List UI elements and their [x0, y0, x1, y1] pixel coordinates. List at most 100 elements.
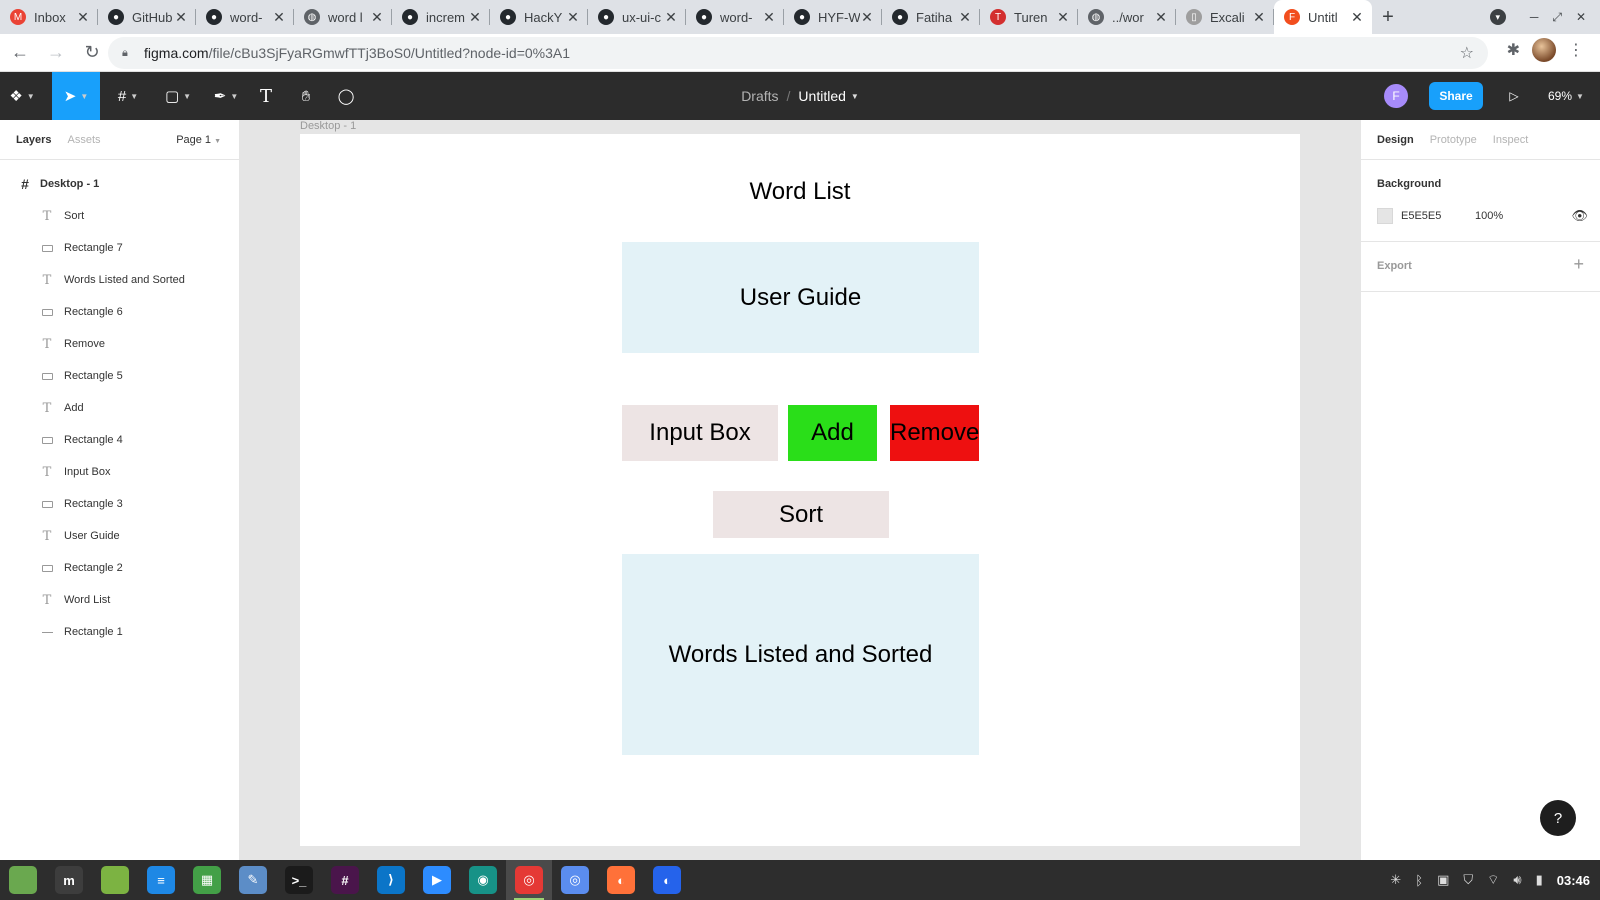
pen-tool-button[interactable]: ✒ ▼: [204, 72, 248, 120]
layer-item[interactable]: Rectangle 3: [0, 488, 239, 520]
taskbar-app-chromium[interactable]: ◎: [552, 860, 598, 900]
forward-button[interactable]: →: [40, 37, 72, 69]
taskbar-app-calc[interactable]: ▦: [184, 860, 230, 900]
close-icon[interactable]: ✕: [958, 9, 972, 26]
layer-item[interactable]: # Desktop - 1: [0, 168, 239, 200]
taskbar-app-firefox-dev[interactable]: ◐: [598, 860, 644, 900]
comment-tool-button[interactable]: ◯: [330, 72, 362, 120]
help-button[interactable]: ?: [1540, 800, 1576, 836]
design-user-guide-text[interactable]: User Guide: [740, 284, 861, 312]
close-icon[interactable]: ✕: [1056, 9, 1070, 26]
url-text[interactable]: figma.com/file/cBu3SjFyaRGmwfTTj3BoS0/Un…: [144, 45, 570, 61]
design-add-text[interactable]: Add: [811, 419, 854, 447]
tab-assets[interactable]: Assets: [67, 134, 100, 146]
layer-item[interactable]: Rectangle 1: [0, 616, 239, 648]
close-icon[interactable]: ✕: [174, 9, 188, 26]
tab-layers[interactable]: Layers: [16, 134, 51, 146]
taskbar-app-show-desktop[interactable]: [0, 860, 46, 900]
close-icon[interactable]: ✕: [762, 9, 776, 26]
close-icon[interactable]: ✕: [76, 9, 90, 26]
breadcrumb-file-name[interactable]: Untitled: [798, 88, 845, 104]
back-button[interactable]: ←: [4, 37, 36, 69]
profile-avatar[interactable]: [1532, 38, 1556, 62]
layer-item[interactable]: T Sort: [0, 200, 239, 232]
battery-icon[interactable]: ▮: [1536, 872, 1543, 888]
wifi-icon[interactable]: ⌔: [1487, 872, 1499, 888]
design-sort-text[interactable]: Sort: [779, 501, 823, 529]
shape-tool-button[interactable]: ▢ ▼: [156, 72, 200, 120]
taskbar-app-gitkraken[interactable]: ◉: [460, 860, 506, 900]
bookmark-star-icon[interactable]: ☆: [1460, 43, 1474, 63]
restore-icon[interactable]: ⤢: [1552, 10, 1562, 25]
taskbar-app-slack[interactable]: #: [322, 860, 368, 900]
shield-icon[interactable]: ⛉: [1463, 872, 1473, 888]
taskbar-app-vscode[interactable]: ⟩: [368, 860, 414, 900]
close-icon[interactable]: ✕: [860, 9, 874, 26]
design-title-text[interactable]: Word List: [300, 178, 1300, 206]
close-icon[interactable]: ✕: [566, 9, 580, 26]
text-tool-button[interactable]: T: [250, 72, 282, 120]
taskbar-app-firefox[interactable]: ◐: [644, 860, 690, 900]
figma-menu-button[interactable]: ❖ ▼: [0, 72, 44, 120]
layer-item[interactable]: Rectangle 6: [0, 296, 239, 328]
browser-tab[interactable]: ● GitHub ✕: [98, 0, 196, 34]
browser-tab[interactable]: ◍ ../wor ✕: [1078, 0, 1176, 34]
design-remove-text[interactable]: Remove: [890, 419, 979, 447]
taskbar-app-chrome[interactable]: ◎: [506, 860, 552, 900]
browser-tab[interactable]: ● increm ✕: [392, 0, 490, 34]
volume-icon[interactable]: 🔊︎: [1513, 872, 1521, 888]
clipboard-icon[interactable]: ▣: [1437, 872, 1449, 888]
tab-design[interactable]: Design: [1377, 134, 1414, 146]
design-remove-button[interactable]: Remove: [890, 405, 979, 461]
browser-tab[interactable]: ● HackY ✕: [490, 0, 588, 34]
tab-prototype[interactable]: Prototype: [1430, 134, 1477, 146]
omnibox[interactable]: 🔒︎ figma.com/file/cBu3SjFyaRGmwfTTj3BoS0…: [108, 37, 1488, 69]
layer-item[interactable]: Rectangle 2: [0, 552, 239, 584]
close-icon[interactable]: ✕: [468, 9, 482, 26]
design-user-guide-box[interactable]: User Guide: [622, 242, 979, 353]
close-icon[interactable]: ✕: [1350, 9, 1364, 26]
design-words-list-text[interactable]: Words Listed and Sorted: [669, 641, 933, 669]
layer-item[interactable]: T Input Box: [0, 456, 239, 488]
background-color-swatch[interactable]: [1377, 208, 1393, 224]
close-icon[interactable]: ✕: [1252, 9, 1266, 26]
design-input-box-text[interactable]: Input Box: [649, 419, 750, 447]
design-add-button[interactable]: Add: [788, 405, 877, 461]
present-play-icon[interactable]: ▷: [1502, 84, 1526, 108]
design-sort-button[interactable]: Sort: [713, 491, 889, 538]
taskbar-app-writer[interactable]: ≡: [138, 860, 184, 900]
canvas[interactable]: Desktop - 1 Word List User Guide Input B…: [240, 120, 1360, 860]
browser-menu-icon[interactable]: ⋮: [1568, 40, 1584, 60]
browser-tab[interactable]: F Untitl ✕: [1274, 0, 1372, 34]
design-words-list-box[interactable]: Words Listed and Sorted: [622, 554, 979, 755]
reload-button[interactable]: ↻: [76, 37, 108, 69]
browser-tab[interactable]: ● Fatiha ✕: [882, 0, 980, 34]
user-avatar[interactable]: F: [1384, 84, 1408, 108]
layer-item[interactable]: T Remove: [0, 328, 239, 360]
browser-tab[interactable]: ● HYF-W ✕: [784, 0, 882, 34]
browser-tab[interactable]: ● word- ✕: [196, 0, 294, 34]
taskbar-app-text-editor[interactable]: ✎: [230, 860, 276, 900]
layer-item[interactable]: T User Guide: [0, 520, 239, 552]
layer-item[interactable]: T Words Listed and Sorted: [0, 264, 239, 296]
share-button[interactable]: Share: [1429, 82, 1483, 110]
browser-tab[interactable]: M Inbox ✕: [0, 0, 98, 34]
layer-item[interactable]: Rectangle 5: [0, 360, 239, 392]
desktop-frame[interactable]: Word List User Guide Input Box Add Remov…: [300, 134, 1300, 846]
minimize-icon[interactable]: ─: [1530, 10, 1539, 24]
extensions-icon[interactable]: ✱: [1507, 40, 1520, 60]
eye-icon[interactable]: 👁︎: [1571, 208, 1588, 224]
browser-tab[interactable]: T Turen ✕: [980, 0, 1078, 34]
close-icon[interactable]: ✕: [1154, 9, 1168, 26]
layer-item[interactable]: Rectangle 4: [0, 424, 239, 456]
add-export-plus-icon[interactable]: +: [1573, 254, 1584, 275]
bluetooth-icon[interactable]: ᛒ: [1415, 873, 1423, 888]
close-icon[interactable]: ✕: [664, 9, 678, 26]
browser-tab[interactable]: ● word- ✕: [686, 0, 784, 34]
breadcrumb-project[interactable]: Drafts: [741, 88, 778, 104]
layer-item[interactable]: T Word List: [0, 584, 239, 616]
window-close-icon[interactable]: ✕: [1576, 10, 1586, 24]
frame-label[interactable]: Desktop - 1: [300, 120, 356, 132]
clock[interactable]: 03:46: [1557, 873, 1590, 888]
browser-tab[interactable]: ▯ Excali ✕: [1176, 0, 1274, 34]
